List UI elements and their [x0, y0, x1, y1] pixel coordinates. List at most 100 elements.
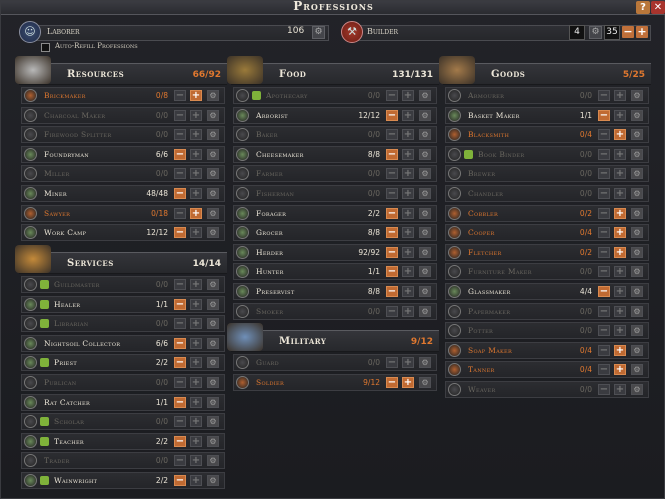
increase-button[interactable]: + [190, 188, 202, 199]
increase-button[interactable]: + [190, 318, 202, 330]
close-icon[interactable]: ✕ [651, 1, 665, 14]
settings-icon[interactable]: ⚙ [207, 148, 219, 160]
increase-button[interactable]: + [402, 357, 414, 368]
decrease-button[interactable]: − [598, 148, 610, 160]
increase-button[interactable]: + [614, 286, 626, 297]
settings-icon[interactable]: ⚙ [207, 188, 219, 199]
increase-button[interactable]: + [402, 266, 414, 278]
profession-row-papermaker[interactable]: Papermaker 0/0− + ⚙ [445, 302, 649, 320]
decrease-button[interactable]: − [598, 109, 610, 121]
decrease-button[interactable]: − [174, 357, 186, 369]
decrease-button[interactable]: − [174, 396, 186, 408]
profession-row-guildmaster[interactable]: Guildmaster 0/0− + ⚙ [21, 276, 225, 293]
decrease-button[interactable]: − [598, 188, 610, 199]
decrease-button[interactable]: − [174, 475, 186, 486]
profession-row-baker[interactable]: Baker 0/0− + ⚙ [233, 126, 437, 144]
profession-row-publican[interactable]: Publican 0/0− + ⚙ [21, 374, 225, 391]
builder-target[interactable]: 35 [604, 25, 620, 40]
profession-row-wainwright[interactable]: Wainwright 2/2− + ⚙ [21, 472, 225, 489]
decrease-button[interactable]: − [598, 266, 610, 278]
increase-button[interactable]: + [402, 305, 414, 317]
decrease-button[interactable]: − [174, 435, 186, 447]
profession-row-forager[interactable]: Forager 2/2− + ⚙ [233, 204, 437, 222]
settings-icon[interactable]: ⚙ [419, 266, 431, 278]
decrease-button[interactable]: − [386, 286, 398, 297]
decrease-button[interactable]: − [386, 246, 398, 258]
decrease-button[interactable]: − [598, 90, 610, 101]
decrease-button[interactable]: − [174, 129, 186, 141]
profession-row-chandler[interactable]: Chandler 0/0− + ⚙ [445, 185, 649, 202]
settings-icon[interactable]: ⚙ [631, 148, 643, 160]
profession-row-rat-catcher[interactable]: Rat Catcher 1/1− + ⚙ [21, 393, 225, 411]
increase-button[interactable]: + [614, 207, 626, 219]
settings-icon[interactable]: ⚙ [419, 376, 431, 388]
settings-icon[interactable]: ⚙ [419, 129, 431, 141]
profession-row-cooper[interactable]: Cooper 0/4− + ⚙ [445, 224, 649, 242]
increase-button[interactable]: + [190, 455, 202, 467]
decrease-button[interactable]: − [174, 298, 186, 310]
settings-icon[interactable]: ⚙ [207, 129, 219, 141]
decrease-button[interactable]: − [598, 286, 610, 297]
decrease-button[interactable]: − [174, 318, 186, 330]
profession-row-smoker[interactable]: Smoker 0/0− + ⚙ [233, 302, 437, 320]
settings-icon[interactable]: ⚙ [207, 475, 219, 486]
settings-icon[interactable]: ⚙ [207, 109, 219, 121]
increase-button[interactable]: + [614, 109, 626, 121]
profession-row-book-binder[interactable]: Book Binder 0/0− + ⚙ [445, 145, 649, 163]
increase-button[interactable]: + [402, 207, 414, 219]
decrease-button[interactable]: − [174, 188, 186, 199]
profession-row-priest[interactable]: Priest 2/2− + ⚙ [21, 354, 225, 372]
profession-row-brickmaker[interactable]: Brickmaker 0/8− + ⚙ [21, 87, 225, 104]
increase-button[interactable]: + [614, 384, 626, 395]
decrease-button[interactable]: − [598, 384, 610, 395]
profession-row-scholar[interactable]: Scholar 0/0− + ⚙ [21, 413, 225, 431]
increase-button[interactable]: + [614, 90, 626, 101]
decrease-button[interactable]: − [386, 266, 398, 278]
decrease-button[interactable]: − [598, 364, 610, 376]
decrease-button[interactable]: − [386, 90, 398, 101]
increase-button[interactable]: + [190, 377, 202, 388]
decrease-button[interactable]: − [174, 416, 186, 428]
profession-row-cheesemaker[interactable]: Cheesemaker 8/8− + ⚙ [233, 145, 437, 163]
increase-button[interactable]: + [190, 337, 202, 349]
profession-row-miner[interactable]: Miner 48/48− + ⚙ [21, 185, 225, 202]
profession-row-fletcher[interactable]: Fletcher 0/2− + ⚙ [445, 243, 649, 261]
settings-icon[interactable]: ⚙ [631, 109, 643, 121]
increase-button[interactable]: + [614, 325, 626, 337]
increase-button[interactable]: + [614, 305, 626, 317]
profession-row-basket-maker[interactable]: Basket Maker 1/1− + ⚙ [445, 106, 649, 124]
increase-button[interactable]: + [614, 364, 626, 376]
profession-row-firewood-splitter[interactable]: Firewood Splitter 0/0− + ⚙ [21, 126, 225, 144]
profession-row-miller[interactable]: Miller 0/0− + ⚙ [21, 165, 225, 183]
profession-row-glassmaker[interactable]: Glassmaker 4/4− + ⚙ [445, 283, 649, 300]
settings-icon[interactable]: ⚙ [419, 148, 431, 160]
increase-button[interactable]: + [614, 188, 626, 199]
profession-row-work-camp[interactable]: Work Camp 12/12− + ⚙ [21, 224, 225, 242]
increase-button[interactable]: + [190, 435, 202, 447]
increase-button[interactable]: + [614, 344, 626, 356]
decrease-button[interactable]: − [386, 129, 398, 141]
settings-icon[interactable]: ⚙ [631, 364, 643, 376]
decrease-button[interactable]: − [598, 227, 610, 239]
settings-icon[interactable]: ⚙ [207, 318, 219, 330]
increase-button[interactable]: + [614, 266, 626, 278]
increase-button[interactable]: + [190, 129, 202, 141]
increase-button[interactable]: + [402, 90, 414, 101]
settings-icon[interactable]: ⚙ [419, 109, 431, 121]
settings-icon[interactable]: ⚙ [207, 227, 219, 239]
profession-row-charcoal-maker[interactable]: Charcoal Maker 0/0− + ⚙ [21, 106, 225, 124]
decrease-button[interactable]: − [174, 148, 186, 160]
increase-button[interactable]: + [190, 298, 202, 310]
increase-button[interactable]: + [190, 90, 202, 101]
settings-icon[interactable]: ⚙ [207, 337, 219, 349]
profession-row-farmer[interactable]: Farmer 0/0− + ⚙ [233, 165, 437, 183]
increase-button[interactable]: + [402, 246, 414, 258]
decrease-button[interactable]: − [386, 305, 398, 317]
profession-row-brewer[interactable]: Brewer 0/0− + ⚙ [445, 165, 649, 183]
settings-icon[interactable]: ⚙ [419, 90, 431, 101]
profession-row-fisherman[interactable]: Fisherman 0/0− + ⚙ [233, 185, 437, 202]
settings-icon[interactable]: ⚙ [631, 286, 643, 297]
increase-button[interactable]: + [190, 109, 202, 121]
settings-icon[interactable]: ⚙ [419, 227, 431, 239]
increase-button[interactable]: + [402, 286, 414, 297]
